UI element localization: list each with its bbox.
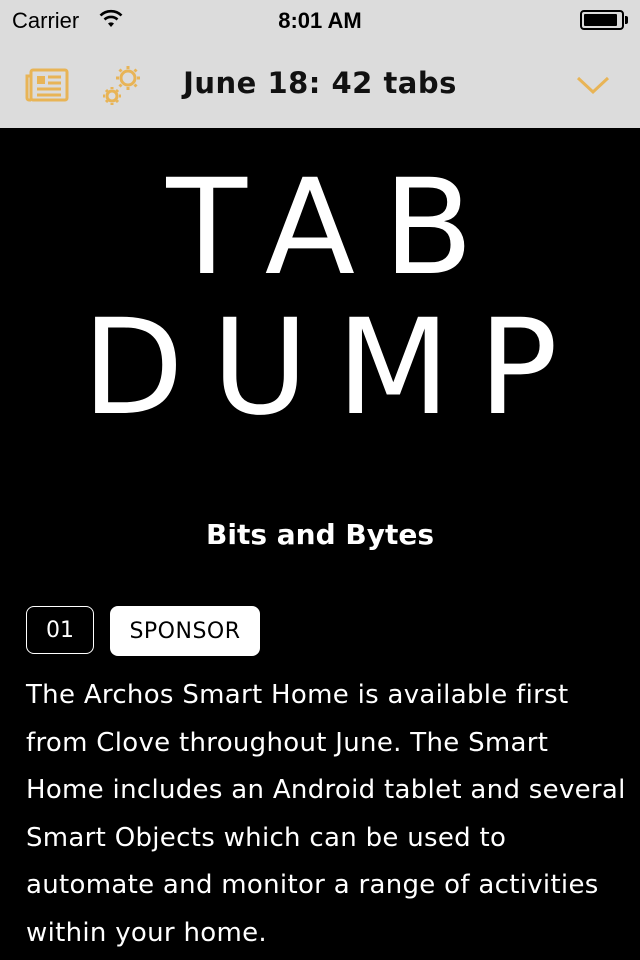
chevron-down-icon[interactable] [570, 62, 616, 108]
clock: 8:01 AM [278, 8, 362, 33]
item-badges: 01 SPONSOR [26, 606, 260, 656]
article-content: TAB DUMP Bits and Bytes 01 SPONSOR The A… [0, 128, 640, 960]
status-bar: Carrier 8:01 AM [0, 0, 640, 40]
item-text: The Archos Smart Home is available first… [26, 680, 626, 948]
hero-line-2: DUMP [82, 291, 586, 445]
sponsor-badge[interactable]: SPONSOR [110, 606, 260, 656]
section-title: Bits and Bytes [206, 518, 434, 551]
battery-icon [580, 10, 628, 30]
nav-bar: June 18: 42 tabs [0, 40, 640, 128]
hero-line-1: TAB [166, 151, 502, 305]
item-number-badge: 01 [26, 606, 94, 654]
nav-title[interactable]: June 18: 42 tabs [0, 66, 640, 100]
hero-logo: TAB DUMP [0, 158, 640, 438]
